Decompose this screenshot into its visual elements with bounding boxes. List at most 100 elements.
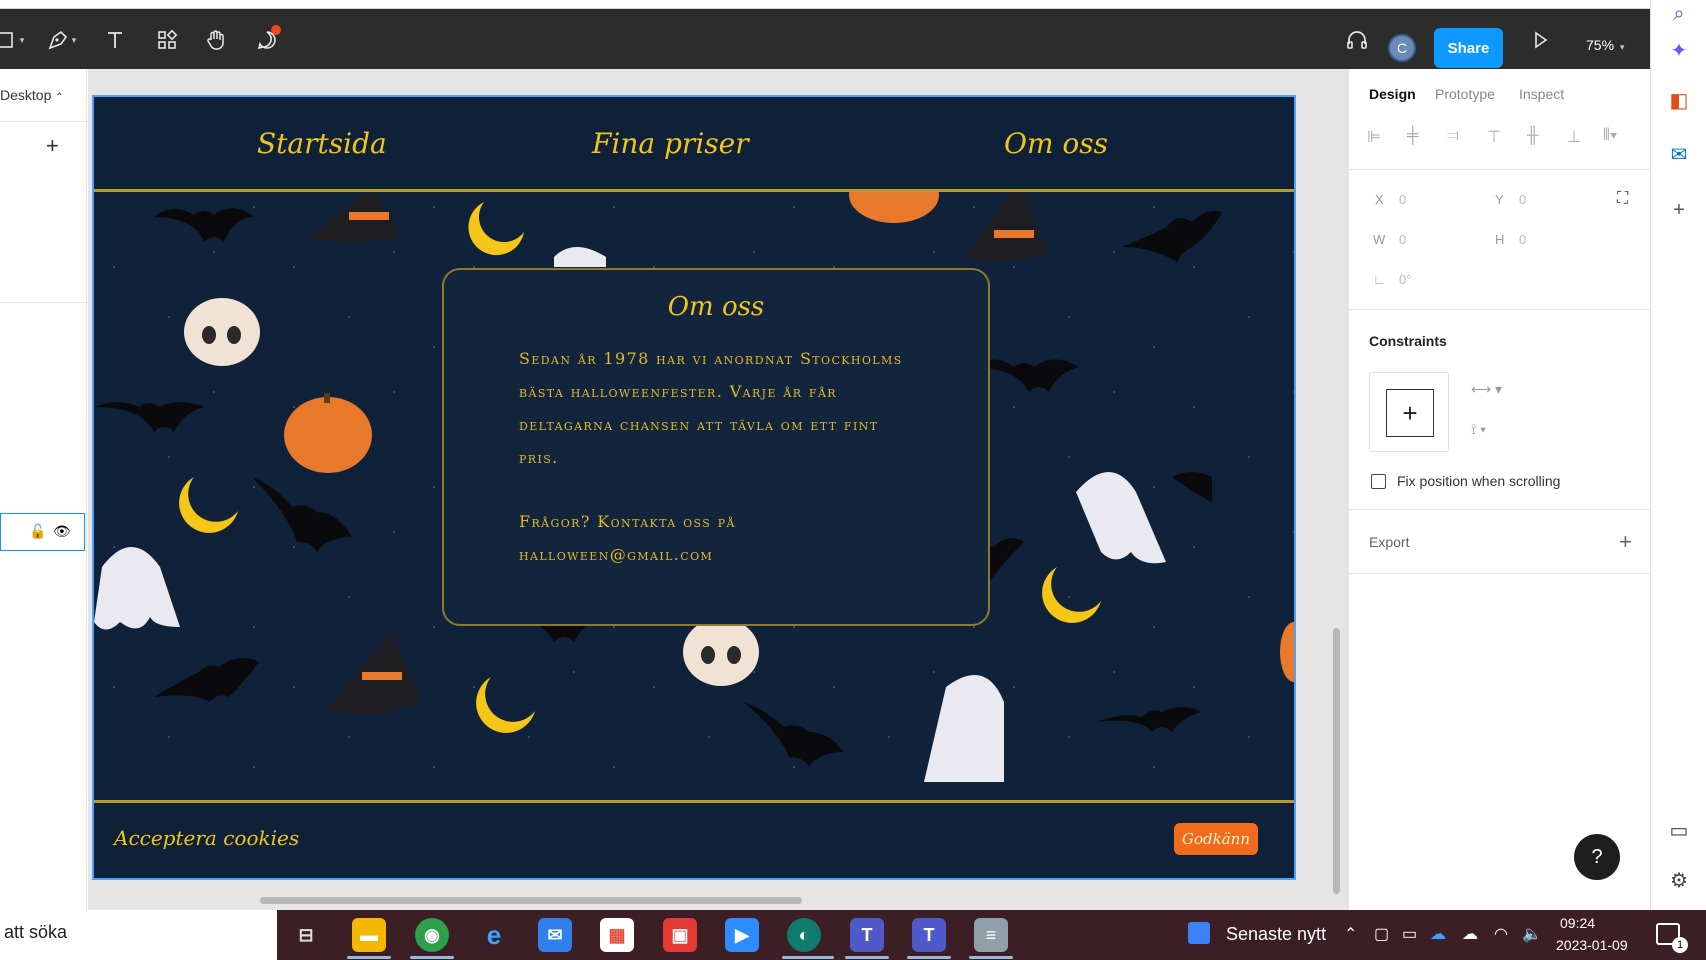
ghost-icon — [554, 247, 606, 267]
onedrive-icon[interactable]: ☁ — [1430, 924, 1446, 944]
clock-date[interactable]: 2023-01-09 — [1556, 937, 1628, 953]
office-icon[interactable]: ◧ — [1665, 86, 1693, 114]
divider — [1349, 573, 1651, 574]
present-play-icon[interactable] — [1523, 23, 1557, 57]
share-button[interactable]: Share — [1434, 28, 1503, 68]
selected-layer-row[interactable]: 🔓 👁 — [0, 513, 85, 551]
gift-app-icon[interactable]: ▣ — [663, 918, 697, 952]
about-title: Om oss — [667, 292, 765, 322]
meet-now-icon[interactable]: ▢ — [1374, 924, 1389, 944]
file-explorer-icon[interactable]: ▬ — [352, 918, 386, 952]
user-avatar[interactable]: C — [1388, 34, 1416, 62]
resize-to-fit-icon[interactable]: ⛶ — [1617, 190, 1628, 208]
sidebar-toggle-icon[interactable]: ▭ — [1665, 816, 1693, 844]
copilot-sparkle-icon[interactable]: ✦ — [1665, 36, 1693, 64]
align-vertical-center-icon[interactable]: ╫ — [1527, 127, 1538, 145]
accept-cookies-button[interactable]: Godkänn — [1174, 823, 1258, 855]
hand-tool-icon[interactable] — [199, 23, 233, 57]
rotation-field[interactable]: 0° — [1399, 272, 1411, 287]
h-field[interactable]: 0 — [1519, 232, 1526, 247]
bat-icon — [252, 477, 352, 552]
cookie-banner: Acceptera cookies Godkänn — [94, 800, 1294, 878]
onedrive-personal-icon[interactable]: ☁ — [1462, 924, 1478, 944]
clock-time[interactable]: 09:24 — [1560, 915, 1595, 931]
battery-icon[interactable]: ▭ — [1402, 924, 1417, 944]
search-icon[interactable]: ⌕ — [1665, 0, 1693, 28]
constraints-widget[interactable]: + — [1369, 372, 1449, 452]
mail-icon[interactable]: ✉ — [538, 918, 572, 952]
settings-gear-icon[interactable]: ⚙ — [1665, 866, 1693, 894]
constraint-center-icon[interactable]: + — [1386, 389, 1434, 437]
outlook-icon[interactable]: ✉ — [1665, 140, 1693, 168]
eye-icon[interactable]: 👁 — [53, 523, 71, 540]
horizontal-scrollbar[interactable] — [260, 897, 802, 904]
fix-position-checkbox[interactable] — [1371, 474, 1386, 489]
ghost-icon — [924, 675, 1004, 782]
x-field[interactable]: 0 — [1399, 192, 1406, 207]
chevron-down-icon: ▾ — [1619, 42, 1625, 52]
add-export-icon[interactable]: + — [1619, 529, 1632, 555]
teams-icon[interactable]: T — [850, 918, 884, 952]
edge-browser-icon[interactable]: ◐ — [787, 918, 821, 952]
notepad-icon[interactable]: ≡ — [974, 918, 1008, 952]
distribute-icon[interactable]: ⫴▾ — [1603, 127, 1618, 145]
w-field[interactable]: 0 — [1399, 232, 1406, 247]
about-card: Om oss Sedan år 1978 har vi anordnat Sto… — [442, 268, 990, 626]
wifi-icon[interactable]: ◠ — [1494, 924, 1508, 944]
witch-hat-icon — [964, 182, 1049, 261]
vertical-constraint-dropdown[interactable]: ⟟ ▾ — [1471, 421, 1486, 438]
help-button[interactable]: ? — [1574, 834, 1620, 880]
audio-headphones-icon[interactable] — [1340, 23, 1374, 57]
teams-work-icon[interactable]: T — [912, 918, 946, 952]
add-sidebar-icon[interactable]: + — [1665, 196, 1693, 224]
zoom-app-icon[interactable]: ▶ — [725, 918, 759, 952]
internet-explorer-icon[interactable]: e — [477, 918, 511, 952]
store-icon[interactable]: ▦ — [600, 918, 634, 952]
text-tool-icon[interactable] — [98, 23, 132, 57]
export-title: Export — [1369, 534, 1410, 550]
skull-icon — [683, 618, 759, 686]
align-top-icon[interactable]: ⊤ — [1487, 127, 1501, 147]
comment-tool-icon[interactable] — [250, 23, 284, 57]
tab-prototype[interactable]: Prototype — [1435, 86, 1495, 102]
news-widget[interactable]: Senaste nytt — [1188, 920, 1358, 950]
unlock-icon[interactable]: 🔓 — [29, 523, 46, 540]
tab-inspect[interactable]: Inspect — [1519, 86, 1564, 102]
zoom-dropdown[interactable]: 75% ▾ — [1586, 37, 1624, 53]
y-field[interactable]: 0 — [1519, 192, 1526, 207]
nav-startsida[interactable]: Startsida — [257, 127, 387, 160]
bat-icon — [94, 402, 204, 432]
bat-icon — [154, 658, 259, 702]
ghost-icon — [94, 547, 180, 630]
figma-toolbar: ▾ ▾ C Share 75% ▾ — [0, 9, 1650, 69]
active-indicator — [782, 956, 834, 959]
vertical-scrollbar[interactable] — [1333, 628, 1340, 894]
bat-icon — [1122, 210, 1222, 262]
rotation-icon: ∟ — [1373, 272, 1386, 287]
notification-count: 1 — [1672, 937, 1688, 953]
frame-tool-icon[interactable]: ▾ — [0, 23, 26, 57]
volume-icon[interactable]: 🔈 — [1522, 924, 1542, 944]
active-indicator — [347, 956, 391, 959]
align-right-icon[interactable]: ⫤ — [1447, 127, 1459, 145]
fix-position-label: Fix position when scrolling — [1397, 473, 1561, 489]
design-canvas[interactable]: Startsida Fina priser Om oss Om oss Seda… — [88, 69, 1348, 910]
chevron-up-icon: ⌃ — [55, 92, 64, 103]
page-selector[interactable]: Desktop ⌃ — [0, 87, 64, 103]
components-tool-icon[interactable] — [150, 23, 184, 57]
nav-om-oss[interactable]: Om oss — [1004, 127, 1108, 160]
desktop-frame[interactable]: Startsida Fina priser Om oss Om oss Seda… — [92, 95, 1296, 880]
align-horizontal-center-icon[interactable]: ╪ — [1407, 127, 1418, 145]
horizontal-constraint-dropdown[interactable]: ⟷ ▾ — [1471, 381, 1502, 398]
site-nav: Startsida Fina priser Om oss — [94, 97, 1294, 192]
chrome-icon[interactable]: ◉ — [415, 918, 449, 952]
pen-tool-icon[interactable]: ▾ — [44, 23, 78, 57]
align-left-icon[interactable]: ⊫ — [1367, 127, 1381, 147]
task-view-icon[interactable]: ⊟ — [289, 918, 323, 952]
align-bottom-icon[interactable]: ⊥ — [1567, 127, 1581, 147]
add-page-icon[interactable]: + — [46, 133, 59, 159]
nav-fina-priser[interactable]: Fina priser — [592, 127, 749, 160]
taskbar-search[interactable]: att söka — [0, 910, 277, 960]
tab-design[interactable]: Design — [1369, 86, 1416, 102]
chevron-up-icon[interactable]: ⌃ — [1344, 924, 1357, 944]
